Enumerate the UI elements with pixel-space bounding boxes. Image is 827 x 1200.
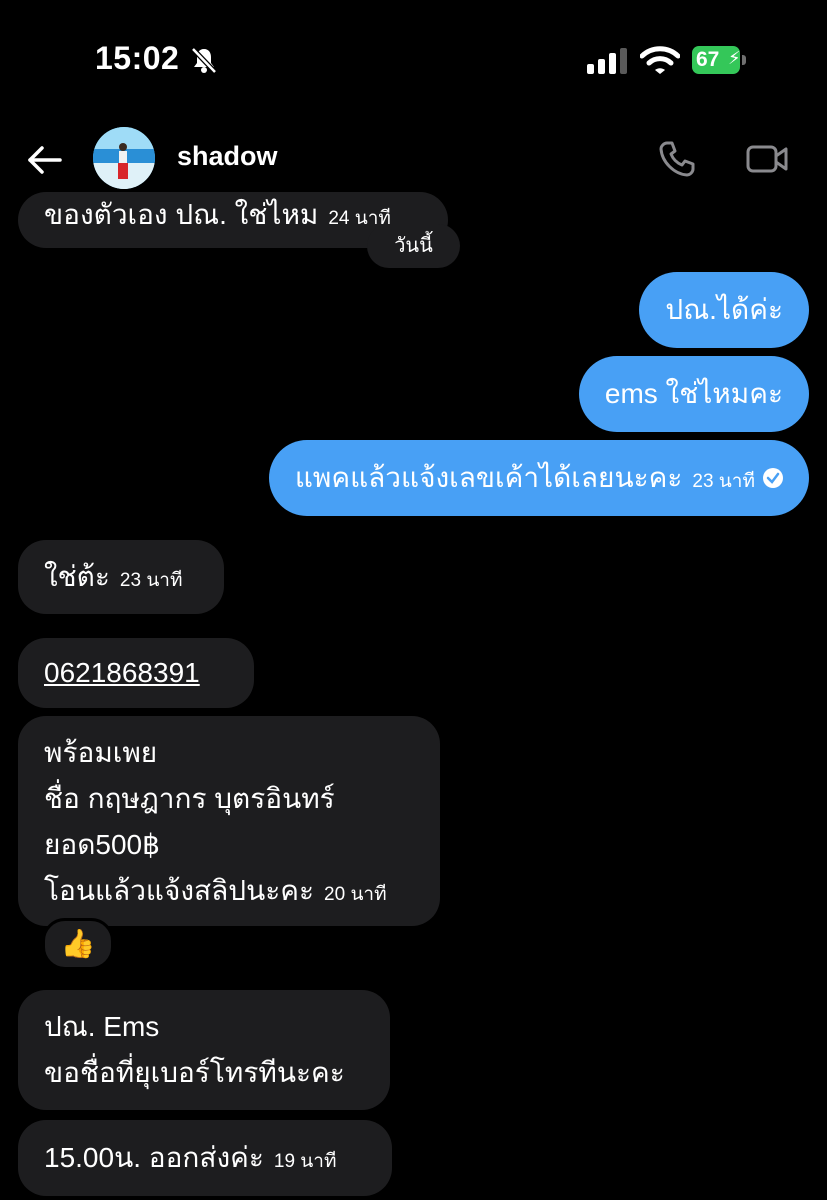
outgoing-message[interactable]: ems ใช่ไหมคะ [578,356,809,432]
status-time: 15:02 [95,40,180,76]
phone-call-icon[interactable] [656,138,698,180]
seen-check-icon [763,467,783,488]
message-line: ยอด500฿ [44,829,160,860]
message-timestamp: 19 นาที [273,1151,337,1172]
incoming-message[interactable]: ปณ. Ems ขอชื่อที่ยุเบอร์โทรทีนะคะ [18,990,390,1110]
message-text: ของตัวเอง ปณ. ใช่ไหม [44,199,319,230]
outgoing-message[interactable]: ปณ.ได้ค่ะ [639,272,809,348]
incoming-message[interactable]: ใช่ต้ะ 23 นาที [18,540,224,614]
outgoing-message[interactable]: แพคแล้วแจ้งเลขเค้าได้เลยนะคะ 23 นาที [268,440,809,516]
battery-icon: 67 ⚡ [692,46,748,74]
incoming-message[interactable]: พร้อมเพย ชื่อ กฤษฎากร บุตรอินทร์ ยอด500฿… [18,716,440,926]
battery-percent: 67 [696,48,720,71]
message-timestamp: 20 นาที [324,884,387,905]
incoming-message[interactable]: 15.00น. ออกส่งค่ะ 19 นาที [18,1120,392,1196]
video-call-icon[interactable] [745,140,789,178]
back-arrow-icon[interactable] [24,140,64,180]
message-text: ems ใช่ไหมคะ [604,378,783,409]
phone-number-link[interactable]: 0621868391 [44,657,200,688]
message-timestamp: 23 นาที [692,471,755,492]
message-text: ปณ.ได้ค่ะ [665,294,783,325]
incoming-message[interactable]: 0621868391 [18,638,254,708]
message-line: ชื่อ กฤษฎากร บุตรอินทร์ [44,783,335,814]
message-text: แพคแล้วแจ้งเลขเค้าได้เลยนะคะ [294,462,683,493]
cellular-signal-icon [587,48,627,74]
message-timestamp: 23 นาที [119,570,183,591]
message-text: ใช่ต้ะ [44,561,110,592]
wifi-icon [640,46,680,74]
message-line: พร้อมเพย [44,737,158,768]
charging-bolt-icon: ⚡ [728,48,741,68]
bell-muted-icon [191,47,217,74]
thumbs-up-reaction[interactable]: 👍 [42,918,114,970]
message-line: ปณ. Ems [44,1011,160,1042]
avatar[interactable] [93,127,155,189]
message-line: ขอชื่อที่ยุเบอร์โทรทีนะคะ [44,1057,345,1088]
date-separator: วันนี้ [367,224,460,268]
contact-username[interactable]: shadow [177,141,278,172]
message-line: โอนแล้วแจ้งสลิปนะคะ [44,875,315,906]
message-text: 15.00น. ออกส่งค่ะ [44,1142,264,1173]
